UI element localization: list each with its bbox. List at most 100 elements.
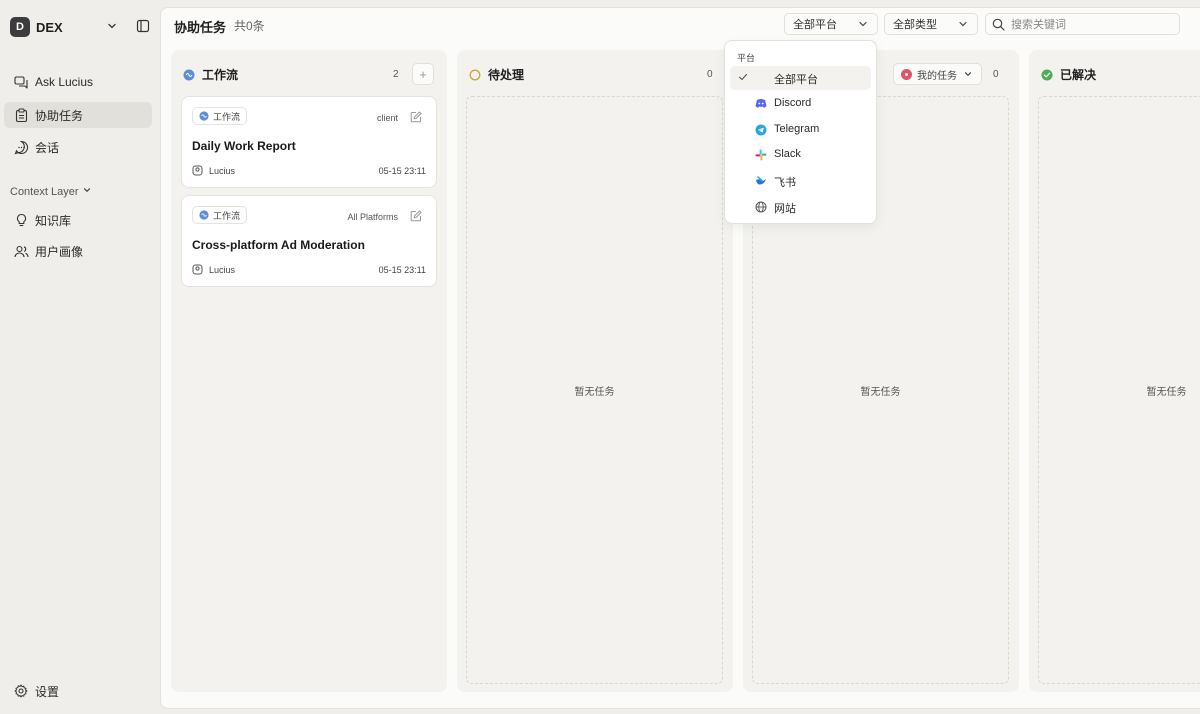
globe-icon bbox=[755, 201, 767, 213]
my-tasks-filter[interactable]: 我的任务 bbox=[893, 63, 982, 85]
sidebar: D DEX Ask Lucius 协助任务 会话 Context Layer 知… bbox=[0, 0, 160, 714]
column-header: 已解决 bbox=[1041, 66, 1096, 83]
empty-state: 暂无任务 bbox=[1038, 96, 1200, 684]
slack-icon bbox=[755, 149, 767, 161]
sidebar-item-sessions[interactable]: 会话 bbox=[4, 134, 152, 160]
column-count: 0 bbox=[993, 69, 999, 80]
telegram-icon bbox=[755, 124, 767, 136]
task-source: client bbox=[376, 113, 398, 123]
empty-state-text: 暂无任务 bbox=[860, 386, 901, 398]
column-pending: 待处理 0 暂无任务 bbox=[457, 50, 733, 692]
page-title: 协助任务 bbox=[174, 20, 227, 35]
gear-icon bbox=[13, 683, 29, 699]
edit-icon[interactable] bbox=[410, 210, 422, 225]
column-title: 工作流 bbox=[202, 68, 239, 82]
platform-option-telegram[interactable]: Telegram bbox=[730, 118, 871, 142]
search-input[interactable]: 搜索关键词 bbox=[985, 13, 1180, 35]
platform-option-label: Telegram bbox=[774, 123, 820, 135]
chevron-down-icon bbox=[963, 69, 973, 79]
search-placeholder: 搜索关键词 bbox=[1011, 19, 1066, 31]
workflow-icon bbox=[199, 210, 209, 220]
chevron-down-icon bbox=[82, 185, 92, 198]
user-icon bbox=[192, 165, 203, 176]
main-panel: 协助任务 共0条 全部平台 全部类型 搜索关键词 工作流 2 + 工作流 cli… bbox=[160, 7, 1200, 709]
task-assignee: Lucius bbox=[192, 165, 235, 176]
empty-state: 暂无任务 bbox=[466, 96, 723, 684]
add-task-button[interactable]: + bbox=[412, 63, 434, 85]
task-count: 共0条 bbox=[234, 19, 265, 33]
sidebar-item-tasks[interactable]: 协助任务 bbox=[4, 102, 152, 128]
users-icon bbox=[13, 243, 29, 259]
my-tasks-icon bbox=[901, 68, 912, 80]
sidebar-item-label: 协助任务 bbox=[35, 108, 84, 123]
sidebar-item-label: 设置 bbox=[35, 684, 60, 699]
empty-state-text: 暂无任务 bbox=[1146, 386, 1187, 398]
task-source: All Platforms bbox=[347, 212, 398, 222]
workflow-icon bbox=[183, 69, 195, 81]
column-count: 0 bbox=[707, 69, 713, 80]
type-filter-select[interactable]: 全部类型 bbox=[884, 13, 978, 35]
sidebar-item-label: 会话 bbox=[35, 140, 60, 155]
task-title: Cross-platform Ad Moderation bbox=[192, 238, 365, 252]
column-header: 工作流 bbox=[183, 66, 238, 83]
column-resolved: 已解决 暂无任务 bbox=[1029, 50, 1200, 692]
platform-option-website[interactable]: 网站 bbox=[730, 195, 871, 219]
platform-option-all[interactable]: 全部平台 bbox=[730, 66, 871, 90]
sidebar-item-settings[interactable]: 设置 bbox=[4, 678, 152, 704]
platform-option-label: 网站 bbox=[774, 203, 796, 215]
edit-icon[interactable] bbox=[410, 111, 422, 126]
task-assignee-name: Lucius bbox=[209, 264, 236, 275]
workflow-icon bbox=[199, 111, 209, 121]
task-time: 05-15 23:11 bbox=[378, 166, 426, 176]
search-icon bbox=[992, 18, 1005, 31]
column-count: 2 bbox=[393, 69, 399, 80]
clipboard-icon bbox=[13, 107, 29, 123]
discord-icon bbox=[755, 98, 767, 109]
column-title: 已解决 bbox=[1060, 68, 1097, 82]
platform-option-label: Discord bbox=[774, 97, 812, 109]
sidebar-item-label: 用户画像 bbox=[35, 244, 84, 259]
platform-filter-select[interactable]: 全部平台 bbox=[784, 13, 878, 35]
user-icon bbox=[192, 264, 203, 275]
sidebar-item-label: 知识库 bbox=[35, 213, 72, 228]
task-card[interactable]: 工作流 client Daily Work Report Lucius 05-1… bbox=[181, 96, 437, 188]
check-icon bbox=[737, 71, 749, 83]
chevron-down-icon bbox=[857, 18, 869, 33]
column-title: 待处理 bbox=[488, 68, 525, 82]
context-layer-label: Context Layer bbox=[10, 185, 79, 198]
task-tag: 工作流 bbox=[192, 107, 248, 125]
task-tag-label: 工作流 bbox=[213, 210, 241, 221]
lightbulb-icon bbox=[13, 212, 29, 228]
platform-option-feishu[interactable]: 飞书 bbox=[730, 169, 871, 193]
task-tag-label: 工作流 bbox=[213, 111, 241, 122]
column-header: 待处理 bbox=[469, 66, 524, 83]
platform-dropdown-menu: 平台 全部平台 Discord Telegram Slack 飞书 网站 bbox=[724, 40, 877, 224]
task-tag: 工作流 bbox=[192, 206, 248, 224]
sidebar-item-ask-lucius[interactable]: Ask Lucius bbox=[4, 69, 152, 95]
sidebar-item-label: Ask Lucius bbox=[35, 75, 94, 89]
task-assignee-name: Lucius bbox=[209, 165, 236, 176]
sidebar-toggle-icon[interactable] bbox=[136, 19, 150, 36]
chevron-down-icon bbox=[957, 18, 969, 33]
sidebar-item-profile[interactable]: 用户画像 bbox=[4, 238, 152, 264]
empty-state-text: 暂无任务 bbox=[574, 386, 615, 398]
sidebar-item-knowledge[interactable]: 知识库 bbox=[4, 207, 152, 233]
platform-filter-value: 全部平台 bbox=[793, 19, 837, 31]
chat-bubbles-icon bbox=[13, 74, 29, 90]
dropdown-heading: 平台 bbox=[737, 53, 756, 63]
context-layer-toggle[interactable]: Context Layer bbox=[10, 185, 92, 198]
check-circle-icon bbox=[1041, 69, 1053, 81]
pending-circle-icon bbox=[469, 69, 481, 81]
task-card[interactable]: 工作流 All Platforms Cross-platform Ad Mode… bbox=[181, 195, 437, 287]
chevron-down-icon[interactable] bbox=[106, 20, 118, 35]
platform-option-label: Slack bbox=[774, 148, 801, 160]
task-time: 05-15 23:11 bbox=[378, 265, 426, 275]
task-title: Daily Work Report bbox=[192, 139, 296, 153]
platform-option-label: 飞书 bbox=[774, 177, 796, 189]
platform-option-discord[interactable]: Discord bbox=[730, 92, 871, 116]
task-assignee: Lucius bbox=[192, 264, 235, 275]
type-filter-value: 全部类型 bbox=[893, 19, 937, 31]
platform-option-slack[interactable]: Slack bbox=[730, 143, 871, 167]
workspace-switcher[interactable]: D DEX bbox=[10, 16, 63, 38]
workspace-avatar: D bbox=[10, 17, 30, 37]
